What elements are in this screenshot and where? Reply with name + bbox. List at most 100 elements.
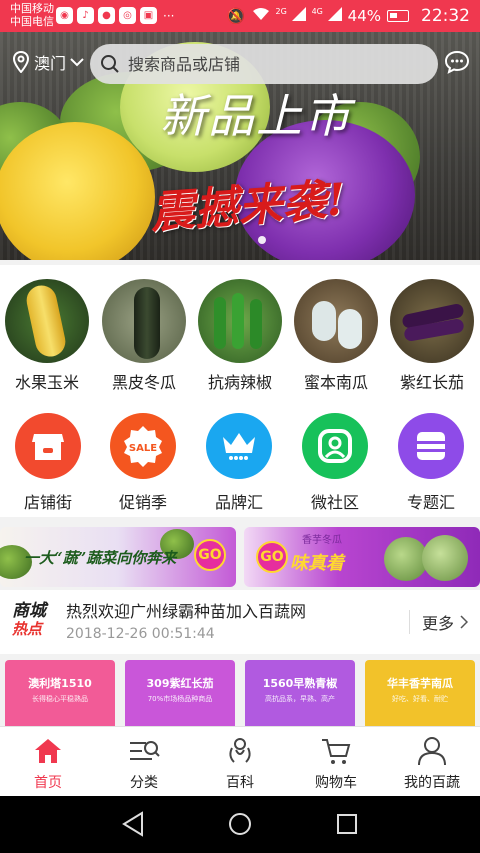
search-input[interactable] xyxy=(128,54,428,74)
category-image xyxy=(102,279,186,363)
category-image xyxy=(390,279,474,363)
tab-category[interactable]: 分类 xyxy=(96,735,192,792)
promo-text: 一大“蔬”蔬菜向你奔来 xyxy=(24,549,177,567)
search-bar[interactable] xyxy=(90,44,438,84)
home-button[interactable] xyxy=(227,810,253,842)
news-date: 2018-12-26 00:51:44 xyxy=(66,626,215,642)
shopping-cart-icon xyxy=(288,735,384,767)
store-icon xyxy=(15,413,81,479)
location-label: 澳门 xyxy=(34,54,67,73)
recents-icon xyxy=(337,814,357,834)
go-button: GO xyxy=(256,541,288,573)
category-resistant-pepper[interactable]: 抗病辣椒 xyxy=(197,279,283,393)
product-card[interactable]: 1560早熟青椒 高抗品系，早熟、高产 xyxy=(245,660,355,726)
system-navigation-bar xyxy=(0,796,480,853)
chevron-down-icon xyxy=(70,58,84,67)
category-purple-eggplant[interactable]: 紫红长茄 xyxy=(389,279,475,393)
product-subtitle: 好吃、好看、耐贮 xyxy=(392,695,448,703)
category-image xyxy=(5,279,89,363)
banner-title: 新品上市 xyxy=(160,89,352,143)
carrier-2: 中国电信 xyxy=(10,15,54,28)
tab-encyclopedia[interactable]: 百科 xyxy=(192,735,288,792)
sale-badge-icon: SALE xyxy=(110,413,176,479)
tiktok-icon: ♪ xyxy=(77,7,94,24)
melon-decoration xyxy=(422,535,468,581)
promo-text: 味真着 xyxy=(290,553,344,574)
category-image xyxy=(198,279,282,363)
product-card[interactable]: 澳利塔1510 长得稳心平稳熟品 xyxy=(5,660,115,726)
tab-home[interactable]: 首页 xyxy=(0,735,96,792)
battery-icon xyxy=(387,10,409,22)
category-black-wax-gourd[interactable]: 黑皮冬瓜 xyxy=(101,279,187,393)
promo-banner-vegetables[interactable]: 一大“蔬”蔬菜向你奔来 GO xyxy=(0,527,236,587)
news-headline[interactable]: 热烈欢迎广州绿霸种苗加入百蔬网 xyxy=(66,598,306,622)
back-icon xyxy=(122,811,143,837)
product-subtitle: 长得稳心平稳熟品 xyxy=(32,695,88,703)
carrier-info: 中国移动 中国电信 xyxy=(10,2,54,28)
encyclopedia-icon xyxy=(192,735,288,767)
back-button[interactable] xyxy=(120,810,146,842)
tab-label: 我的百蔬 xyxy=(404,775,460,791)
nav-promotion[interactable]: SALE 促销季 xyxy=(98,413,188,513)
product-title: 澳利塔1510 xyxy=(28,677,92,690)
nav-brands[interactable]: 品牌汇 xyxy=(194,413,284,513)
signal-icon: 4G xyxy=(312,7,342,25)
nav-label: 店铺街 xyxy=(23,493,72,512)
product-card[interactable]: 华丰香芋南瓜 好吃、好看、耐贮 xyxy=(365,660,475,726)
notification-icons: ◉ ♪ ● ◎ ▣ ··· xyxy=(56,7,174,24)
message-button[interactable] xyxy=(444,50,470,78)
topics-icon xyxy=(398,413,464,479)
tab-profile[interactable]: 我的百蔬 xyxy=(384,735,480,792)
tab-label: 分类 xyxy=(130,775,158,791)
bottom-tab-bar: 首页 分类 百科 购物车 我的百蔬 xyxy=(0,726,480,796)
carrier-1: 中国移动 xyxy=(10,2,54,15)
nav-topics[interactable]: 专题汇 xyxy=(386,413,476,513)
category-label: 蜜本南瓜 xyxy=(303,373,368,392)
tab-label: 首页 xyxy=(34,775,62,791)
status-bar: 中国移动 中国电信 ◉ ♪ ● ◎ ▣ ··· 🔕 2G 4G 44% 22:3… xyxy=(0,0,480,32)
home-icon xyxy=(0,735,96,767)
chat-bubble-icon xyxy=(444,50,470,74)
category-sweet-corn[interactable]: 水果玉米 xyxy=(4,279,90,393)
category-pumpkin[interactable]: 蜜本南瓜 xyxy=(293,279,379,393)
category-list-icon xyxy=(96,735,192,767)
category-image xyxy=(294,279,378,363)
home-circle-icon xyxy=(229,813,251,835)
app-icon: ● xyxy=(98,7,115,24)
nav-community[interactable]: 微社区 xyxy=(290,413,380,513)
weibo-icon: ◉ xyxy=(56,7,73,24)
tab-cart[interactable]: 购物车 xyxy=(288,735,384,792)
nav-label: 品牌汇 xyxy=(214,493,263,512)
wifi-icon xyxy=(252,7,270,25)
feature-nav: 店铺街 SALE 促销季 品牌汇 微社区 专题汇 xyxy=(0,395,480,517)
crown-icon xyxy=(206,413,272,479)
featured-categories: 水果玉米 黑皮冬瓜 抗病辣椒 蜜本南瓜 紫红长茄 xyxy=(0,265,480,395)
clock: 22:32 xyxy=(421,6,470,26)
more-label: 更多 xyxy=(421,614,454,633)
signal-icon: 2G xyxy=(276,7,306,25)
svg-text:SALE: SALE xyxy=(129,443,157,454)
location-selector[interactable]: 澳门 xyxy=(12,50,84,74)
system-indicators: 🔕 2G 4G 44% 22:32 xyxy=(227,6,470,26)
promo-subtitle: 香芋冬瓜 xyxy=(302,535,342,546)
search-icon xyxy=(101,55,119,73)
nav-store-street[interactable]: 店铺街 xyxy=(3,413,93,513)
category-label: 黑皮冬瓜 xyxy=(111,373,176,392)
product-title: 309紫红长茄 xyxy=(146,677,214,690)
hot-news-logo: 商城 热点 xyxy=(12,601,46,638)
location-pin-icon xyxy=(12,51,30,73)
news-ticker[interactable]: 商城 热点 热烈欢迎广州绿霸种苗加入百蔬网 2018-12-26 00:51:4… xyxy=(0,590,480,654)
user-icon xyxy=(384,735,480,767)
product-card[interactable]: 309紫红长茄 70%市场杨品种商品 xyxy=(125,660,235,726)
nav-label: 专题汇 xyxy=(406,493,455,512)
promo-banner-wax-gourd[interactable]: GO 香芋冬瓜 味真着 xyxy=(244,527,480,587)
tab-label: 百科 xyxy=(226,775,254,791)
more-news-button[interactable]: 更多 xyxy=(408,610,468,634)
nav-label: 促销季 xyxy=(118,493,167,512)
recents-button[interactable] xyxy=(334,810,360,842)
tab-label: 购物车 xyxy=(315,775,357,791)
category-label: 紫红长茄 xyxy=(399,373,464,392)
nav-label: 微社区 xyxy=(310,493,359,512)
category-label: 抗病辣椒 xyxy=(207,373,272,392)
product-title: 华丰香芋南瓜 xyxy=(387,677,453,690)
